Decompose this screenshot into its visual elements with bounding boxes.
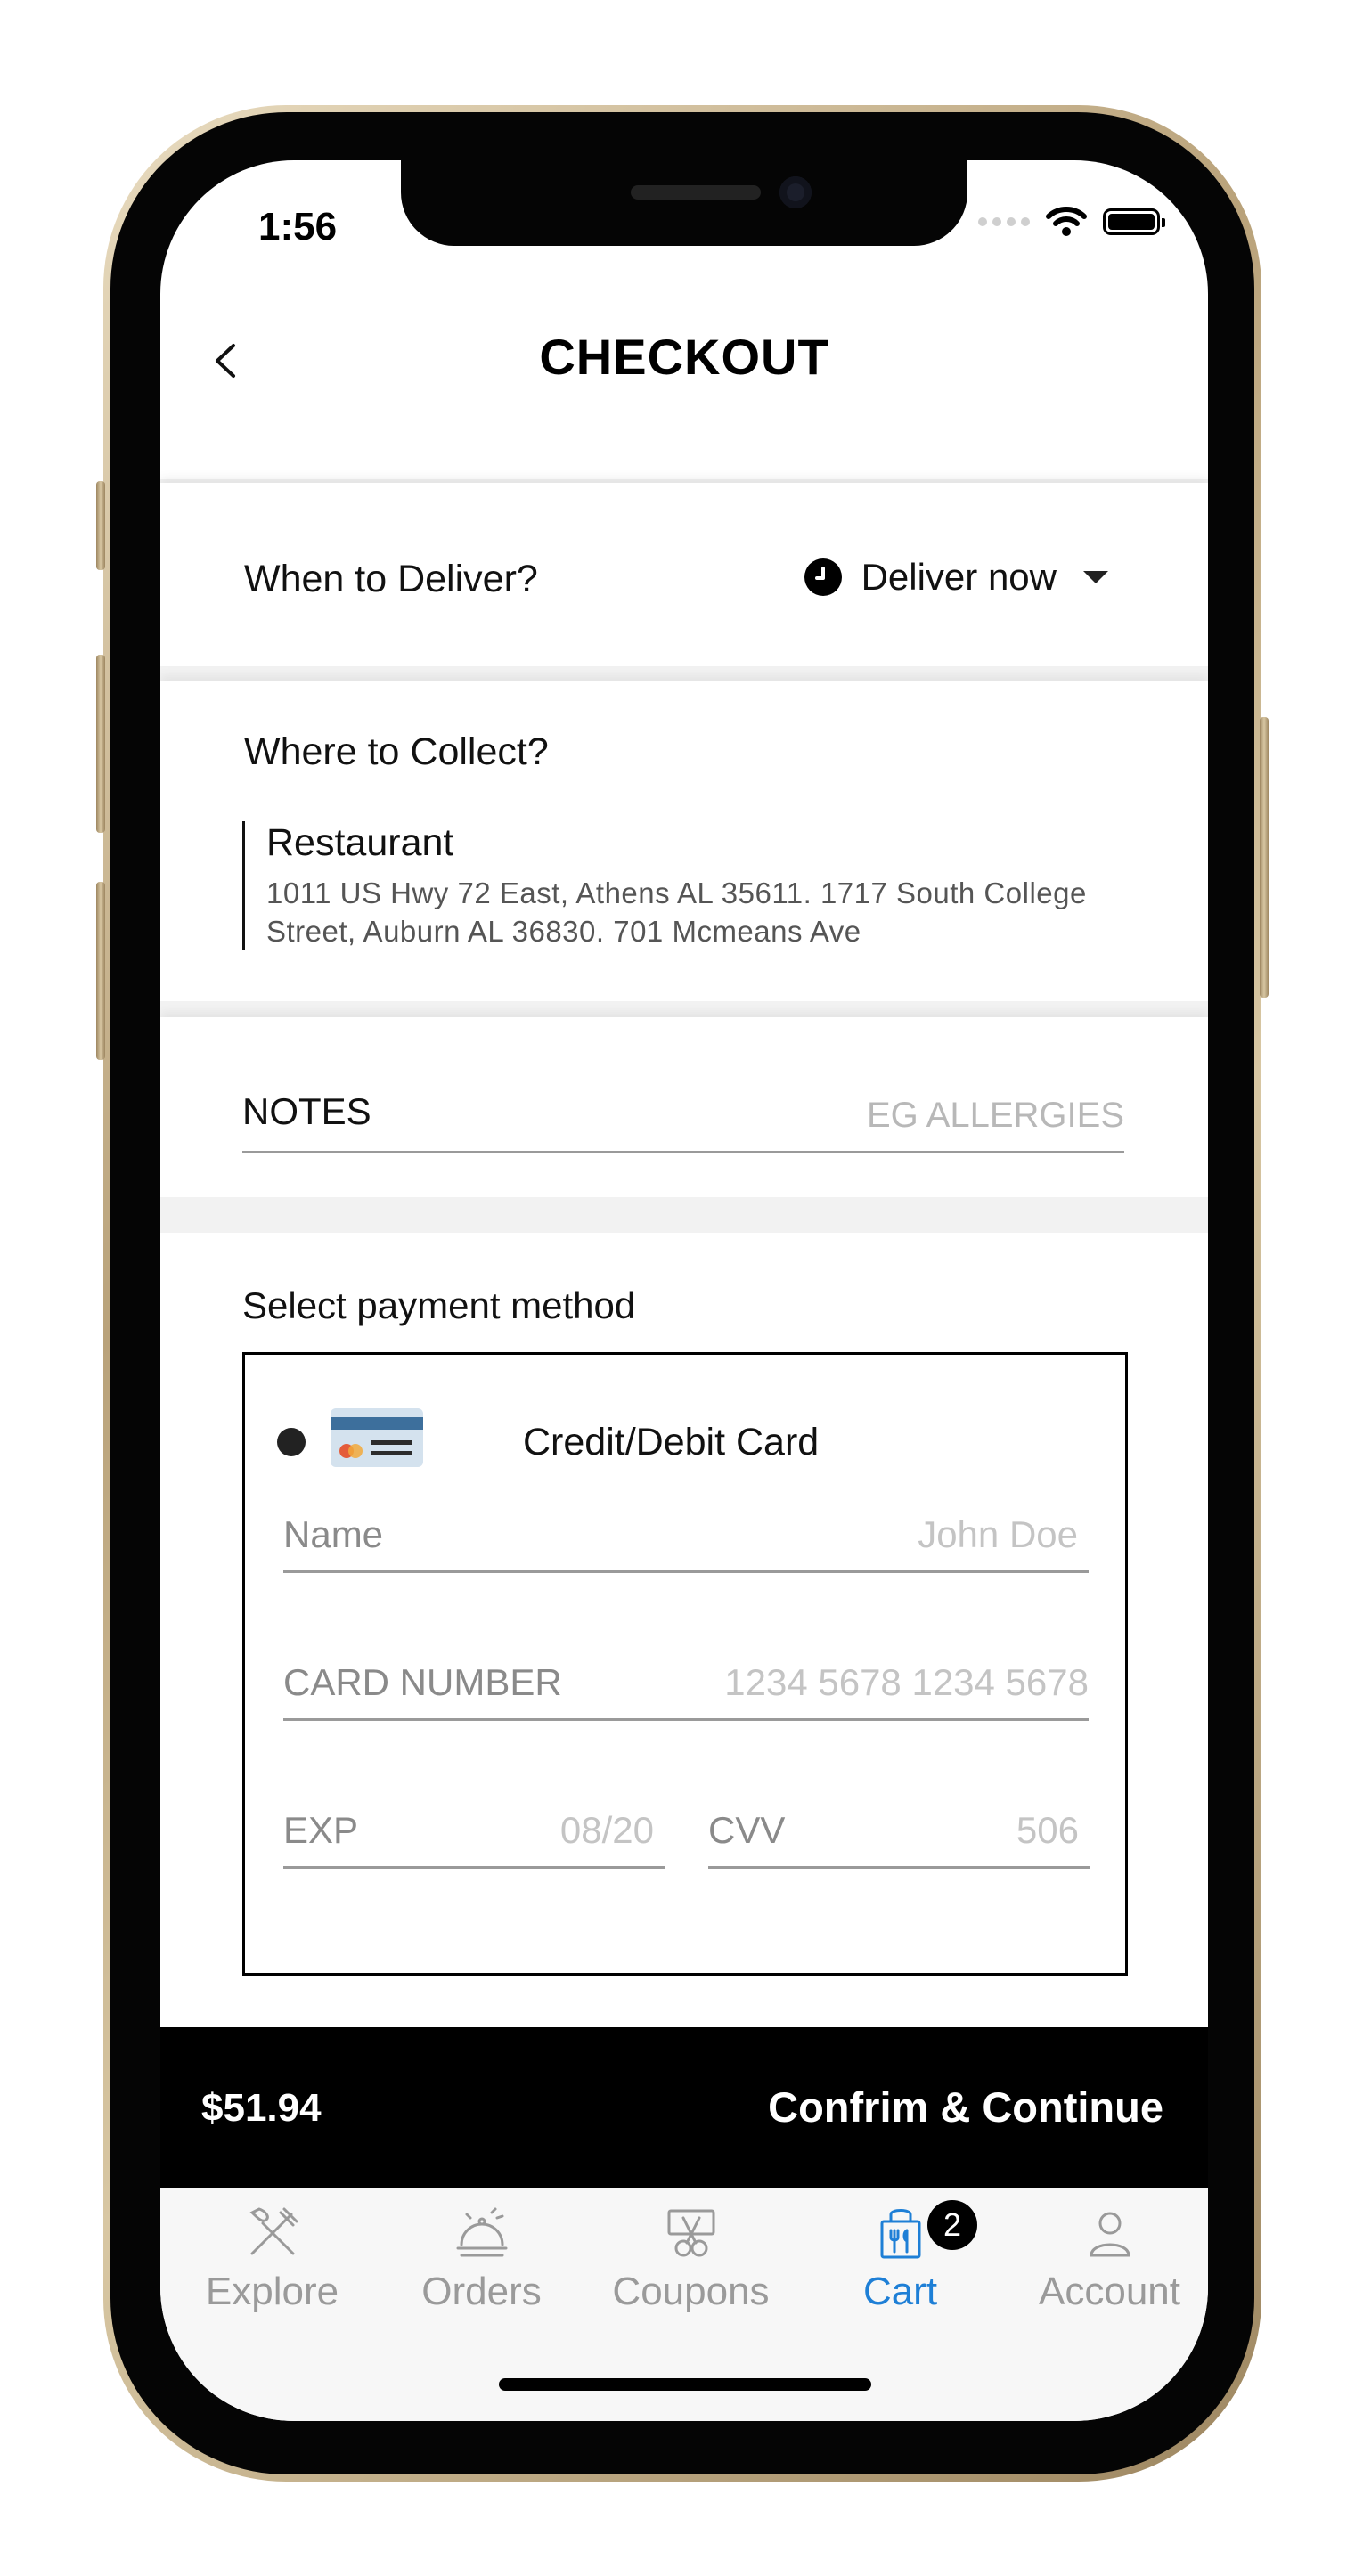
card-number-field[interactable]: CARD NUMBER 1234 5678 1234 5678 <box>283 1651 1089 1721</box>
name-label: Name <box>283 1513 384 1555</box>
delivery-label: When to Deliver? <box>244 558 538 600</box>
payment-radio-selected[interactable] <box>277 1428 306 1456</box>
tab-account[interactable]: Account <box>1005 2188 1208 2330</box>
power-button <box>1260 717 1269 998</box>
status-icons <box>978 207 1165 237</box>
tab-label: Orders <box>421 2270 542 2313</box>
order-total: $51.94 <box>201 2086 322 2130</box>
payment-method-card[interactable]: Credit/Debit Card Name John Doe CARD NUM… <box>242 1352 1128 1976</box>
cvv-label: CVV <box>708 1809 786 1851</box>
card-number-label: CARD NUMBER <box>283 1661 562 1703</box>
cloche-icon <box>456 2207 507 2257</box>
restaurant-info[interactable]: Restaurant 1011 US Hwy 72 East, Athens A… <box>242 821 1113 950</box>
status-time: 1:56 <box>258 205 338 249</box>
payment-method-label: Credit/Debit Card <box>523 1421 820 1463</box>
collect-section: Where to Collect? Restaurant 1011 US Hwy… <box>160 681 1208 1001</box>
card-number-placeholder: 1234 5678 1234 5678 <box>724 1661 1089 1703</box>
clock-icon <box>804 558 842 596</box>
confirm-continue-button[interactable]: Confrim & Continue <box>768 2083 1163 2132</box>
tab-label: Coupons <box>612 2270 770 2313</box>
tab-cart[interactable]: 2 Cart <box>796 2188 1005 2330</box>
cardholder-name-field[interactable]: Name John Doe <box>283 1503 1089 1573</box>
cellular-signal-icon <box>978 217 1030 226</box>
delivery-time-section[interactable]: When to Deliver? Deliver now <box>160 483 1208 666</box>
volume-down-button <box>96 882 105 1060</box>
cvv-placeholder: 506 <box>1016 1809 1079 1851</box>
coupon-scissors-icon <box>667 2209 714 2257</box>
front-camera <box>779 176 812 208</box>
mute-switch <box>96 481 105 570</box>
expiry-field[interactable]: EXP 08/20 <box>283 1798 665 1869</box>
cart-badge: 2 <box>927 2200 977 2250</box>
home-indicator[interactable] <box>499 2378 871 2391</box>
header: CHECKOUT <box>160 312 1208 419</box>
volume-up-button <box>96 655 105 833</box>
credit-card-icon <box>331 1408 423 1467</box>
delivery-time-dropdown[interactable]: Deliver now <box>804 556 1108 599</box>
tab-explore[interactable]: Explore <box>167 2188 377 2330</box>
notes-placeholder: EG ALLERGIES <box>866 1096 1124 1135</box>
tab-orders[interactable]: Orders <box>377 2188 586 2330</box>
phone-screen: 1:56 CHECKOUT When to Deliver? Deliver n… <box>160 160 1208 2421</box>
page-title: CHECKOUT <box>539 329 829 385</box>
restaurant-name: Restaurant <box>266 821 454 864</box>
wifi-icon <box>1046 207 1087 236</box>
tab-label: Explore <box>205 2270 339 2313</box>
cart-bag-icon <box>880 2209 920 2259</box>
section-divider <box>160 1197 1208 1233</box>
notes-input[interactable]: NOTES EG ALLERGIES <box>242 1083 1124 1153</box>
exp-label: EXP <box>283 1809 359 1851</box>
notes-label: NOTES <box>242 1090 371 1132</box>
payment-title: Select payment method <box>242 1284 636 1326</box>
fork-knife-icon <box>249 2207 298 2255</box>
notes-section: NOTES EG ALLERGIES <box>160 1017 1208 1197</box>
section-divider <box>160 1001 1208 1019</box>
checkout-bar: $51.94 Confrim & Continue <box>160 2027 1208 2188</box>
tab-label: Account <box>1039 2270 1180 2313</box>
speaker <box>631 185 761 200</box>
cvv-field[interactable]: CVV 506 <box>708 1798 1090 1869</box>
notch <box>401 160 967 246</box>
restaurant-address: 1011 US Hwy 72 East, Athens AL 35611. 17… <box>266 876 1087 948</box>
name-placeholder: John Doe <box>918 1513 1078 1555</box>
caret-down-icon <box>1083 571 1108 583</box>
battery-icon <box>1103 208 1165 235</box>
exp-placeholder: 08/20 <box>559 1809 654 1851</box>
person-icon <box>1089 2212 1130 2257</box>
payment-section: Select payment method Credit/Debit Card … <box>160 1233 1208 2027</box>
tab-label: Cart <box>862 2270 938 2313</box>
delivery-time-value: Deliver now <box>861 556 1057 598</box>
tab-coupons[interactable]: Coupons <box>586 2188 796 2330</box>
collect-label: Where to Collect? <box>244 730 549 773</box>
